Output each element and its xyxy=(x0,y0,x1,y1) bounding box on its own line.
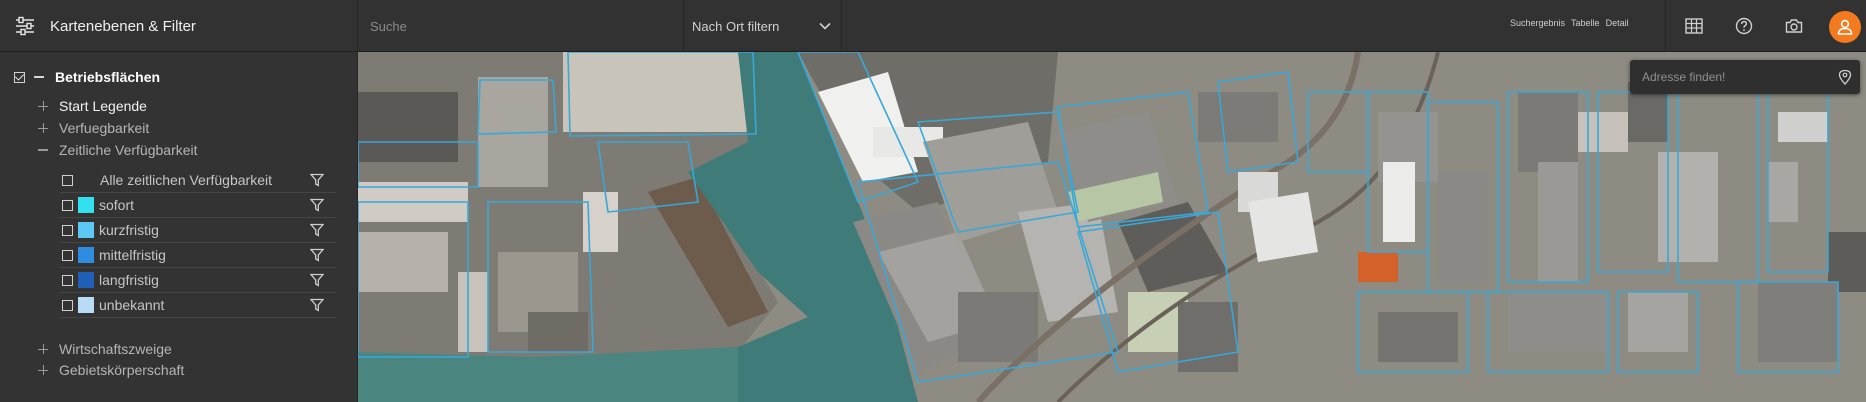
checkbox[interactable] xyxy=(62,249,73,261)
funnel-icon[interactable] xyxy=(310,198,324,212)
section-zeitliche-verfuegbarkeit[interactable]: Zeitliche Verfügbarkeit xyxy=(38,142,198,158)
funnel-icon[interactable] xyxy=(310,223,324,237)
tab-suchergebnis[interactable]: Suchergebnis xyxy=(1510,18,1565,28)
table-icon[interactable] xyxy=(1681,13,1707,39)
color-swatch xyxy=(78,222,94,238)
filter-label: Alle zeitlichen Verfügbarkeit xyxy=(100,172,272,188)
section-start-legende[interactable]: Start Legende xyxy=(38,98,147,114)
expand-icon[interactable] xyxy=(38,344,48,354)
checkbox[interactable] xyxy=(62,174,73,186)
panel-header[interactable]: Kartenebenen & Filter xyxy=(0,0,358,52)
section-verfuegbarkeit[interactable]: Verfuegbarkeit xyxy=(38,120,149,136)
funnel-icon[interactable] xyxy=(310,273,324,287)
map-pin-icon[interactable] xyxy=(1838,69,1852,85)
collapse-icon[interactable] xyxy=(38,149,48,151)
filter-label: mittelfristig xyxy=(99,247,166,263)
map-canvas[interactable] xyxy=(358,52,1866,402)
sliders-icon xyxy=(16,16,34,36)
color-swatch xyxy=(78,247,94,263)
layer-panel: Betriebsflächen Start Legende Verfuegbar… xyxy=(0,52,358,402)
section-label: Zeitliche Verfügbarkeit xyxy=(59,142,198,158)
checkbox[interactable] xyxy=(62,224,73,236)
checkbox[interactable] xyxy=(62,299,73,311)
expand-icon[interactable] xyxy=(38,101,48,111)
chevron-down-icon xyxy=(819,22,831,30)
app: Kartenebenen & Filter Nach Ort filtern S… xyxy=(0,0,1866,402)
search-input[interactable] xyxy=(368,17,672,35)
ort-filter-select[interactable]: Nach Ort filtern xyxy=(684,0,842,52)
camera-icon[interactable] xyxy=(1781,13,1807,39)
filter-label: unbekannt xyxy=(99,297,165,313)
section-gebietskoerperschaft[interactable]: Gebietskörperschaft xyxy=(38,362,184,378)
layer-group-betriebsflaechen[interactable]: Betriebsflächen xyxy=(14,69,160,85)
color-swatch xyxy=(78,297,94,313)
filter-label: langfristig xyxy=(99,272,159,288)
filter-all[interactable]: Alle zeitlichen Verfügbarkeit xyxy=(60,168,336,193)
panel-title: Kartenebenen & Filter xyxy=(50,17,196,35)
section-label: Gebietskörperschaft xyxy=(59,362,185,378)
address-finder xyxy=(1630,60,1860,94)
checkbox[interactable] xyxy=(62,199,73,211)
tab-tabelle[interactable]: Tabelle xyxy=(1571,18,1600,28)
ort-filter-label: Nach Ort filtern xyxy=(692,18,780,34)
filter-item-langfristig[interactable]: langfristig xyxy=(60,268,336,293)
filter-label: sofort xyxy=(99,197,135,213)
address-input[interactable] xyxy=(1640,69,1824,85)
group-checkbox[interactable] xyxy=(14,71,25,83)
filter-item-sofort[interactable]: sofort xyxy=(60,193,336,218)
user-avatar[interactable] xyxy=(1829,11,1861,43)
color-swatch xyxy=(78,197,94,213)
search-box xyxy=(358,0,684,52)
expand-icon[interactable] xyxy=(38,365,48,375)
checkbox[interactable] xyxy=(62,274,73,286)
color-swatch xyxy=(78,272,94,288)
funnel-icon[interactable] xyxy=(310,298,324,312)
help-icon[interactable] xyxy=(1731,13,1757,39)
tab-detail[interactable]: Detail xyxy=(1606,18,1629,28)
top-bar: Kartenebenen & Filter Nach Ort filtern S… xyxy=(0,0,1866,52)
filter-item-unbekannt[interactable]: unbekannt xyxy=(60,293,336,318)
collapse-icon[interactable] xyxy=(34,76,44,78)
divider xyxy=(1665,0,1666,52)
section-wirtschaftszweige[interactable]: Wirtschaftszweige xyxy=(38,341,172,357)
filter-label: kurzfristig xyxy=(99,222,159,238)
filter-item-kurzfristig[interactable]: kurzfristig xyxy=(60,218,336,243)
section-label: Wirtschaftszweige xyxy=(59,341,172,357)
expand-icon[interactable] xyxy=(38,123,48,133)
user-icon xyxy=(1837,19,1853,35)
funnel-icon[interactable] xyxy=(310,173,324,187)
group-title: Betriebsflächen xyxy=(55,69,161,85)
view-tabs: Suchergebnis Tabelle Detail xyxy=(1510,18,1629,28)
aerial-map[interactable] xyxy=(358,52,1866,402)
filter-item-mittelfristig[interactable]: mittelfristig xyxy=(60,243,336,268)
section-label: Start Legende xyxy=(59,98,147,114)
funnel-icon[interactable] xyxy=(310,248,324,262)
section-label: Verfuegbarkeit xyxy=(59,120,150,136)
